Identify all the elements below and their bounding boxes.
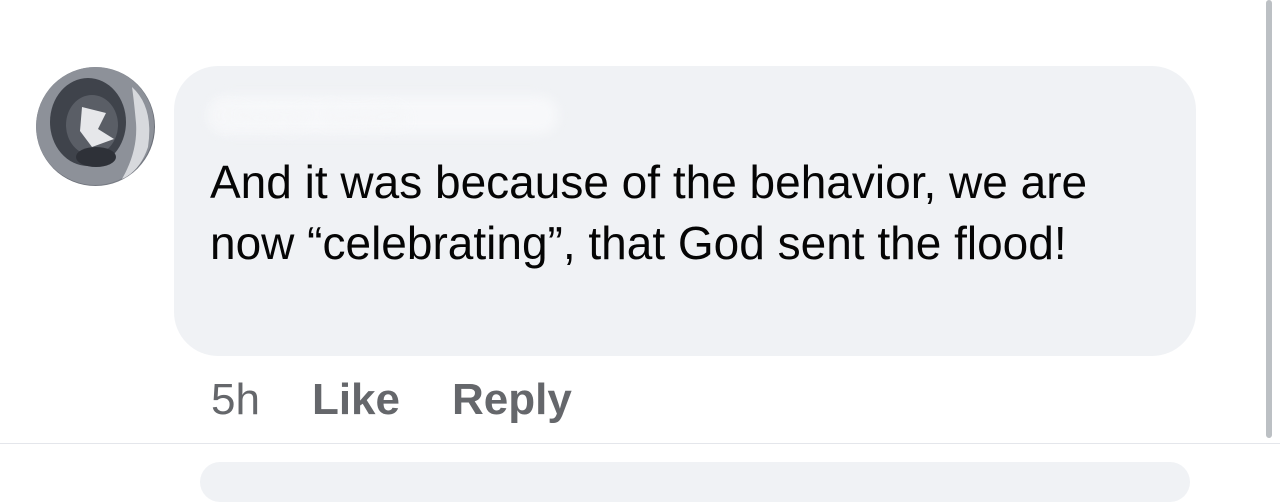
avatar[interactable]	[36, 67, 155, 186]
reply-button[interactable]: Reply	[452, 375, 572, 425]
author-name[interactable]: Cheryl Smith	[212, 94, 409, 138]
comment-text: And it was because of the behavior, we a…	[210, 156, 1088, 269]
like-button[interactable]: Like	[312, 375, 400, 425]
avatar-image	[36, 67, 154, 185]
comment-actions: 5h Like Reply	[211, 372, 624, 428]
comment-timestamp[interactable]: 5h	[211, 375, 260, 425]
scrollbar[interactable]	[1266, 0, 1272, 438]
comment-bubble: Cheryl Smith And it was because of the b…	[174, 66, 1196, 356]
divider	[0, 443, 1280, 444]
next-comment-bubble	[200, 462, 1190, 502]
